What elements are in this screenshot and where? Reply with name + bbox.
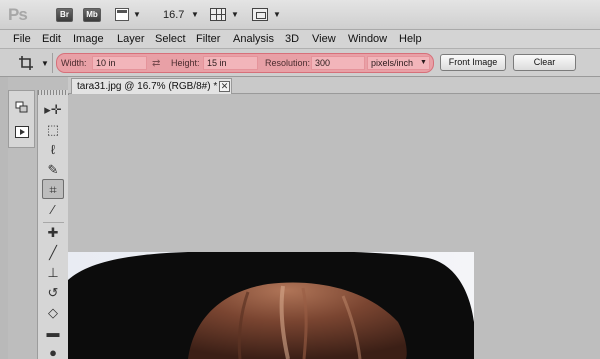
menu-bar: File Edit Image Layer Select Filter Anal… — [0, 30, 600, 49]
close-icon[interactable]: ✕ — [219, 81, 230, 92]
collapsed-panel-dock — [8, 90, 35, 148]
bridge-button[interactable]: Br — [56, 8, 73, 22]
photoshop-logo: Ps — [8, 5, 28, 24]
actions-panel-icon[interactable] — [15, 126, 29, 138]
gradient-tool-icon[interactable]: ▬ — [42, 323, 64, 343]
chevron-down-icon[interactable]: ▼ — [231, 10, 239, 19]
menu-window[interactable]: Window — [348, 33, 387, 45]
menu-select[interactable]: Select — [155, 33, 186, 45]
document-image[interactable] — [68, 252, 474, 359]
crop-tool-icon[interactable]: ⌗ — [42, 179, 64, 199]
divider — [52, 53, 53, 73]
document-tab[interactable]: tara31.jpg @ 16.7% (RGB/8#) * ✕ — [71, 78, 232, 94]
tools-panel: ▸✛ ⬚ ℓ ✎ ⌗ ⁄ ✚ ╱ ⊥ ↺ ◇ ▬ ● — [37, 90, 69, 359]
menu-help[interactable]: Help — [399, 33, 422, 45]
menu-edit[interactable]: Edit — [42, 33, 61, 45]
move-tool-icon[interactable]: ▸✛ — [42, 100, 64, 120]
lasso-tool-icon[interactable]: ℓ — [42, 140, 64, 160]
marquee-tool-icon[interactable]: ⬚ — [42, 120, 64, 140]
chevron-down-icon[interactable]: ▼ — [273, 10, 281, 19]
clone-stamp-tool-icon[interactable]: ⊥ — [42, 263, 64, 283]
layers-panel-icon[interactable] — [15, 101, 29, 113]
height-field[interactable]: 15 in — [203, 56, 258, 70]
brush-tool-icon[interactable]: ╱ — [42, 243, 64, 263]
view-extras-icon[interactable] — [115, 8, 129, 21]
mini-bridge-button[interactable]: Mb — [83, 8, 101, 22]
eyedropper-tool-icon[interactable]: ⁄ — [42, 200, 64, 220]
menu-filter[interactable]: Filter — [196, 33, 220, 45]
chevron-down-icon[interactable]: ▼ — [191, 10, 199, 19]
blur-tool-icon[interactable]: ● — [42, 343, 64, 359]
resolution-label: Resolution: — [265, 58, 311, 68]
document-title: tara31.jpg @ 16.7% (RGB/8#) * — [77, 81, 218, 92]
chevron-down-icon[interactable]: ▼ — [420, 59, 427, 66]
menu-file[interactable]: File — [13, 33, 31, 45]
options-bar: ▼ Width: 10 in ⇄ Height: 15 in Resolutio… — [0, 49, 600, 77]
height-label: Height: — [171, 58, 200, 68]
menu-analysis[interactable]: Analysis — [233, 33, 274, 45]
healing-brush-tool-icon[interactable]: ✚ — [42, 223, 64, 243]
history-brush-tool-icon[interactable]: ↺ — [42, 283, 64, 303]
eraser-tool-icon[interactable]: ◇ — [42, 303, 64, 323]
front-image-button[interactable]: Front Image — [440, 54, 506, 71]
width-label: Width: — [61, 58, 87, 68]
arrange-documents-icon[interactable] — [210, 8, 226, 21]
zoom-level[interactable]: 16.7 — [163, 9, 184, 21]
clear-button[interactable]: Clear — [513, 54, 576, 71]
resolution-field[interactable]: 300 — [311, 56, 365, 70]
chevron-down-icon[interactable]: ▼ — [133, 10, 141, 19]
screen-mode-icon[interactable] — [252, 8, 268, 21]
menu-image[interactable]: Image — [73, 33, 104, 45]
application-bar: Ps Br Mb ▼ 16.7 ▼ ▼ ▼ — [0, 0, 600, 30]
menu-3d[interactable]: 3D — [285, 33, 299, 45]
swap-dimensions-icon[interactable]: ⇄ — [152, 58, 160, 69]
document-tab-bar: tara31.jpg @ 16.7% (RGB/8#) * ✕ — [68, 77, 600, 94]
photo-content — [68, 252, 474, 359]
menu-layer[interactable]: Layer — [117, 33, 145, 45]
width-field[interactable]: 10 in — [92, 56, 147, 70]
left-edge — [0, 77, 8, 359]
quick-select-tool-icon[interactable]: ✎ — [42, 160, 64, 180]
panel-grip[interactable] — [38, 90, 69, 95]
crop-icon[interactable] — [18, 55, 34, 71]
tool-preset-chevron-icon[interactable]: ▼ — [41, 59, 49, 68]
menu-view[interactable]: View — [312, 33, 336, 45]
